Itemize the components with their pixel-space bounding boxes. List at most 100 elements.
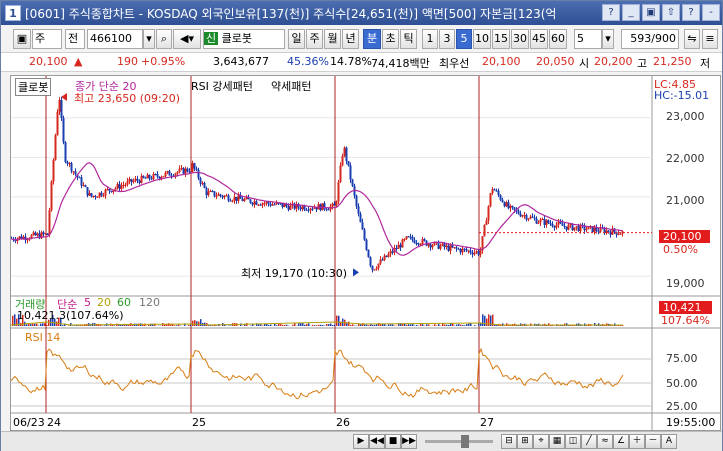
candle-body bbox=[48, 210, 51, 235]
search-icon[interactable]: ⌕ bbox=[156, 29, 172, 49]
candle-body bbox=[415, 243, 418, 245]
help-icon[interactable]: ? bbox=[602, 4, 620, 21]
period-minute[interactable]: 분 bbox=[363, 29, 381, 49]
interval-45[interactable]: 45 bbox=[530, 29, 548, 49]
fib-tool-icon[interactable]: ≈ bbox=[597, 434, 613, 449]
candle-body bbox=[373, 269, 376, 271]
zoom-out-icon[interactable]: － bbox=[645, 434, 661, 449]
candle-body bbox=[221, 195, 224, 198]
scroll-thumb[interactable] bbox=[461, 435, 469, 448]
compare-icon[interactable]: ⇋ bbox=[684, 29, 700, 49]
candle-body bbox=[205, 187, 208, 196]
rsi-pattern-legend: RSI 강세패턴 bbox=[191, 80, 253, 93]
candle-body bbox=[505, 202, 508, 207]
candle-body bbox=[78, 177, 81, 179]
restore-icon[interactable]: ▣ bbox=[642, 4, 660, 21]
candle-body bbox=[555, 224, 558, 228]
zoom-in-icon[interactable]: ＋ bbox=[629, 434, 645, 449]
chevron-down-icon[interactable]: ▾ bbox=[602, 29, 614, 49]
period-second[interactable]: 초 bbox=[382, 29, 399, 49]
toolbar: ▣ 주 전 466100 ▾ ⌕ ◀▾ 신 클로봇 일 주 월 년 분 초 틱 … bbox=[1, 29, 722, 51]
volume-bar bbox=[526, 325, 528, 326]
candle-body bbox=[150, 178, 153, 180]
code-input[interactable]: 466100 bbox=[87, 29, 143, 49]
chart-area[interactable]: 클로봇 종가 단순 20 RSI 강세패턴 약세패턴 LC:4.85 HC:-1… bbox=[10, 75, 721, 431]
volume-bar bbox=[336, 315, 338, 326]
volume-bar bbox=[260, 324, 262, 326]
candle-body bbox=[102, 195, 105, 197]
candle-body bbox=[257, 204, 260, 206]
rewind-icon[interactable]: ◀◀ bbox=[369, 434, 385, 449]
volume-bar bbox=[188, 325, 190, 326]
chevron-down-icon[interactable]: ▾ bbox=[143, 29, 155, 49]
grid-icon[interactable]: ⊞ bbox=[517, 434, 533, 449]
volume-bar bbox=[286, 324, 288, 326]
candle-body bbox=[561, 223, 564, 226]
interval-5[interactable]: 5 bbox=[456, 29, 472, 49]
zoom-box-icon[interactable]: ⊟ bbox=[501, 434, 517, 449]
period-week[interactable]: 주 bbox=[306, 29, 323, 49]
current-price-tag: 20,100 bbox=[659, 230, 710, 243]
page-count[interactable]: 593/900 bbox=[621, 29, 679, 49]
candle-body bbox=[259, 204, 262, 206]
time-label-26: 26 bbox=[336, 416, 350, 429]
volume-bar bbox=[82, 325, 84, 326]
layout-icon[interactable]: ▣ bbox=[13, 29, 31, 49]
interval-60[interactable]: 60 bbox=[549, 29, 567, 49]
candle-body bbox=[148, 174, 151, 179]
volume-bar bbox=[230, 325, 232, 326]
info-icon[interactable]: ? bbox=[682, 4, 700, 21]
volume-bar bbox=[464, 325, 466, 326]
volume-bar bbox=[302, 323, 304, 326]
interval-3[interactable]: 3 bbox=[439, 29, 455, 49]
period-tick[interactable]: 틱 bbox=[400, 29, 417, 49]
candle-body bbox=[168, 171, 171, 176]
candle-body bbox=[475, 251, 478, 253]
candle-body bbox=[441, 243, 444, 246]
interval-1[interactable]: 1 bbox=[422, 29, 438, 49]
forward-icon[interactable]: ▶▶ bbox=[401, 434, 417, 449]
volume-bar bbox=[370, 324, 372, 326]
cursor-icon[interactable]: ⌖ bbox=[533, 434, 549, 449]
scroll-track[interactable] bbox=[425, 440, 493, 443]
snapshot-icon[interactable]: ◫ bbox=[565, 434, 581, 449]
volume-bar bbox=[40, 323, 42, 326]
interval-15[interactable]: 15 bbox=[492, 29, 510, 49]
chart-canvas[interactable] bbox=[11, 76, 720, 430]
settings-icon[interactable]: ≡ bbox=[702, 29, 718, 49]
sound-icon[interactable]: ◀▾ bbox=[173, 29, 201, 49]
mode-select[interactable]: 주 bbox=[32, 29, 62, 49]
line-tool-icon[interactable]: ╱ bbox=[581, 434, 597, 449]
play-icon[interactable]: ▶ bbox=[353, 434, 369, 449]
table-icon[interactable]: ▦ bbox=[549, 434, 565, 449]
period-month[interactable]: 월 bbox=[324, 29, 341, 49]
title-bar[interactable]: 1 [0601] 주식종합차트 - KOSDAQ 외국인보유[137(천)] 주… bbox=[1, 1, 722, 25]
stock-name-field[interactable]: 신 클로봇 bbox=[203, 29, 285, 49]
interval-30[interactable]: 30 bbox=[511, 29, 529, 49]
pin-icon[interactable]: ⇧ bbox=[662, 4, 680, 21]
candle-body bbox=[184, 168, 187, 174]
stop-icon[interactable]: ■ bbox=[385, 434, 401, 449]
volume-tag: 10,421 bbox=[659, 301, 712, 314]
candle-body bbox=[409, 236, 412, 238]
price-tick-23000: 23,000 bbox=[666, 110, 705, 123]
text-tool-icon[interactable]: A bbox=[661, 434, 677, 449]
candle-body bbox=[513, 207, 516, 210]
candle-body bbox=[211, 191, 214, 193]
market-select[interactable]: 전 bbox=[65, 29, 85, 49]
close-icon[interactable]: - bbox=[702, 4, 720, 21]
candle-body bbox=[427, 244, 430, 246]
candle-body bbox=[182, 167, 185, 174]
period-day[interactable]: 일 bbox=[288, 29, 305, 49]
minimize-icon[interactable]: _ bbox=[622, 4, 640, 21]
interval-10[interactable]: 10 bbox=[473, 29, 491, 49]
angle-tool-icon[interactable]: ∠ bbox=[613, 434, 629, 449]
period-year[interactable]: 년 bbox=[342, 29, 359, 49]
candle-body bbox=[483, 224, 486, 237]
candle-body bbox=[559, 221, 562, 224]
interval-select[interactable]: 5 bbox=[574, 29, 602, 49]
candle-body bbox=[86, 187, 89, 196]
volume-bar bbox=[426, 324, 428, 326]
candle-body bbox=[82, 185, 85, 187]
candle-body bbox=[573, 227, 576, 231]
